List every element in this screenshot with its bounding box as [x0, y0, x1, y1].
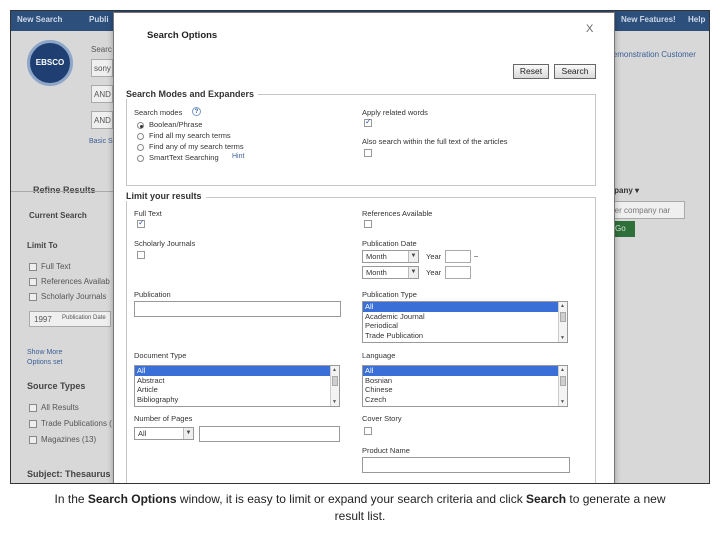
- nav-publications[interactable]: Publi: [89, 15, 109, 24]
- basic-search-link[interactable]: Basic S: [89, 138, 113, 145]
- pages-input[interactable]: [199, 426, 340, 442]
- list-item[interactable]: Academic Journal: [363, 312, 567, 322]
- scholarly-checkbox[interactable]: [137, 251, 145, 259]
- modal-title: Search Options: [147, 30, 218, 41]
- list-item[interactable]: All: [363, 366, 567, 376]
- list-item[interactable]: Trade Publication: [363, 331, 567, 341]
- source-types-heading: Source Types: [27, 381, 86, 391]
- limit-scholarly[interactable]: Scholarly Journals: [29, 292, 106, 301]
- pub-type-list[interactable]: All Academic Journal Periodical Trade Pu…: [362, 301, 568, 343]
- show-more-link[interactable]: Show More: [27, 349, 62, 356]
- nav-new-features[interactable]: New Features!: [621, 15, 676, 24]
- list-item[interactable]: Bibliography: [135, 395, 339, 405]
- mode-all-terms-radio[interactable]: [137, 133, 144, 140]
- mode-any-terms-radio[interactable]: [137, 144, 144, 151]
- search-modes-label: Search modes: [134, 108, 183, 117]
- year-to-label: Year: [426, 268, 442, 277]
- cover-story-checkbox[interactable]: [364, 427, 372, 435]
- pub-type-label: Publication Type: [362, 290, 417, 299]
- product-name-label: Product Name: [362, 446, 410, 455]
- references-checkbox[interactable]: [364, 220, 372, 228]
- list-item[interactable]: All: [135, 366, 339, 376]
- language-list[interactable]: All Bosnian Chinese Czech ▲ ▼: [362, 365, 568, 407]
- limit-to-heading: Limit To: [27, 241, 58, 250]
- pages-label: Number of Pages: [134, 414, 193, 423]
- nav-new-search[interactable]: New Search: [17, 15, 62, 24]
- product-name-input[interactable]: [362, 457, 570, 473]
- mode-smarttext-radio[interactable]: [137, 155, 144, 162]
- language-label: Language: [362, 351, 396, 360]
- mode-boolean-radio[interactable]: [137, 122, 144, 129]
- mode-any-terms-label: Find any of my search terms: [149, 142, 244, 151]
- date-dash: –: [474, 251, 479, 260]
- search-button[interactable]: Search: [554, 64, 596, 79]
- source-trade[interactable]: Trade Publications (: [29, 419, 112, 428]
- ebsco-logo: EBSCO: [27, 40, 73, 86]
- search-label: Searc: [91, 45, 112, 54]
- nav-help[interactable]: Help: [688, 15, 705, 24]
- divider: [11, 191, 123, 192]
- demo-customer: Demonstration Customer: [607, 50, 696, 59]
- scrollbar[interactable]: ▲ ▼: [558, 366, 567, 406]
- scrollbar[interactable]: ▲ ▼: [330, 366, 339, 406]
- doc-type-list[interactable]: All Abstract Article Bibliography ▲ ▼: [134, 365, 340, 407]
- chevron-down-icon: ▼: [408, 251, 418, 262]
- reset-button[interactable]: Reset: [513, 64, 549, 79]
- company-input[interactable]: nter company nar: [605, 201, 685, 219]
- pub-date-label: Publication Date: [362, 239, 417, 248]
- publication-label: Publication: [134, 290, 171, 299]
- slide-caption: In the Search Options window, it is easy…: [54, 492, 666, 523]
- chevron-down-icon: ▼: [183, 428, 193, 439]
- list-item[interactable]: Czech: [363, 395, 567, 405]
- list-item[interactable]: Periodical: [363, 321, 567, 331]
- screenshot-frame: New Search Publi New Features! Help EBSC…: [10, 10, 710, 484]
- year-from-label: Year: [426, 252, 442, 261]
- bg-search-field[interactable]: sony: [91, 59, 113, 77]
- chevron-down-icon: ▼: [408, 267, 418, 278]
- list-item[interactable]: Chinese: [363, 385, 567, 395]
- options-set-link[interactable]: Options set: [27, 359, 62, 366]
- mode-smarttext-label: SmartText Searching: [149, 153, 219, 162]
- apply-related-checkbox[interactable]: [364, 117, 372, 127]
- list-item[interactable]: All: [363, 302, 567, 312]
- search-modes-heading: Search Modes and Expanders: [126, 89, 259, 99]
- cover-story-label: Cover Story: [362, 414, 402, 423]
- pages-select[interactable]: All ▼: [134, 427, 194, 440]
- limit-full-text[interactable]: Full Text: [29, 262, 71, 271]
- year-from-input[interactable]: [445, 250, 471, 263]
- list-item[interactable]: Article: [135, 385, 339, 395]
- full-text-checkbox[interactable]: [137, 218, 145, 228]
- year-to-input[interactable]: [445, 266, 471, 279]
- doc-type-label: Document Type: [134, 351, 187, 360]
- bg-bool-select-2[interactable]: AND: [91, 111, 113, 129]
- also-search-checkbox[interactable]: [364, 149, 372, 157]
- source-magazines[interactable]: Magazines (13): [29, 435, 96, 444]
- list-item[interactable]: Abstract: [135, 376, 339, 386]
- close-icon[interactable]: X: [586, 23, 593, 35]
- refine-results-heading: Refine Results: [33, 185, 96, 195]
- scrollbar[interactable]: ▲ ▼: [558, 302, 567, 342]
- references-label: References Available: [362, 209, 433, 218]
- mode-all-terms-label: Find all my search terms: [149, 131, 231, 140]
- current-search-heading: Current Search: [29, 211, 87, 220]
- mode-boolean-label: Boolean/Phrase: [149, 120, 203, 129]
- bg-bool-select-1[interactable]: AND: [91, 85, 113, 103]
- list-item[interactable]: Bosnian: [363, 376, 567, 386]
- publication-input[interactable]: [134, 301, 341, 317]
- pub-date-month-to[interactable]: Month ▼: [362, 266, 419, 279]
- limit-references[interactable]: References Availab: [29, 277, 110, 286]
- apply-related-label: Apply related words: [362, 108, 428, 117]
- also-search-label: Also search within the full text of the …: [362, 137, 508, 146]
- smarttext-hint-link[interactable]: Hint: [232, 153, 244, 160]
- source-all[interactable]: All Results: [29, 403, 79, 412]
- scholarly-label: Scholarly Journals: [134, 239, 196, 248]
- pub-date-slider[interactable]: 1997 Publication Date: [29, 311, 111, 327]
- help-icon[interactable]: ?: [192, 107, 201, 116]
- search-options-modal: Search Options X Reset Search Search Mod…: [113, 12, 615, 483]
- full-text-label: Full Text: [134, 209, 162, 218]
- subject-heading: Subject: Thesaurus: [27, 469, 111, 479]
- pub-date-month-from[interactable]: Month ▼: [362, 250, 419, 263]
- limit-results-heading: Limit your results: [126, 191, 206, 201]
